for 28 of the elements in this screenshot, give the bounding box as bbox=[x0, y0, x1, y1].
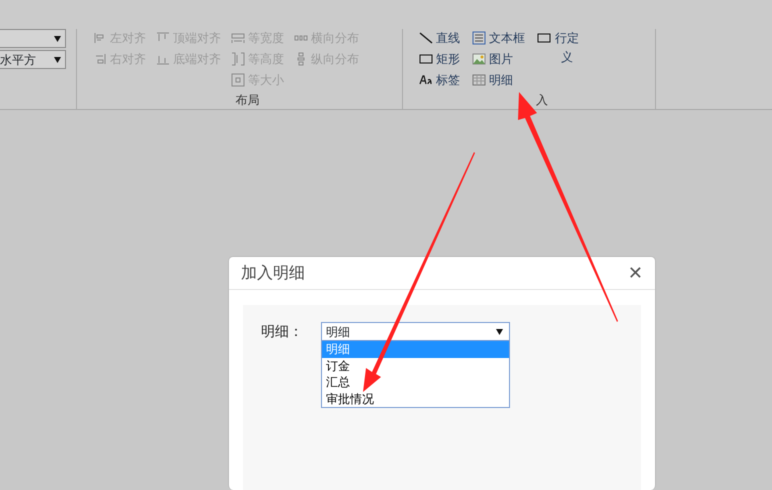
toolbar-button[interactable]: 图片 bbox=[472, 50, 525, 71]
rectangle-icon bbox=[537, 31, 551, 45]
dialog-title: 加入明细 bbox=[241, 262, 305, 284]
text-box-icon bbox=[472, 31, 486, 45]
dropdown-field[interactable]: 水平方 bbox=[0, 50, 66, 69]
toolbar-button[interactable]: 直线 bbox=[419, 29, 460, 50]
image-icon bbox=[472, 52, 486, 66]
group-label: 布局 bbox=[234, 92, 260, 109]
table-icon bbox=[472, 73, 486, 87]
caret-icon bbox=[496, 328, 503, 334]
toolbar-button[interactable]: 明细 bbox=[472, 71, 525, 92]
text-style-icon bbox=[419, 73, 433, 87]
toolbar-button[interactable]: 标签 bbox=[419, 71, 460, 92]
dropdown-option[interactable]: 汇总 bbox=[322, 374, 509, 390]
caret-icon bbox=[54, 36, 61, 42]
dropdown-field[interactable]: 明细 bbox=[321, 322, 510, 341]
line-icon bbox=[419, 31, 433, 45]
group-label: 入 bbox=[535, 92, 549, 109]
dropdown-option[interactable]: 订金 bbox=[322, 358, 509, 374]
field-label: 明细： bbox=[261, 323, 303, 342]
toolbar-button[interactable]: 矩形 bbox=[419, 50, 460, 71]
toolbar-button[interactable]: 文本框 bbox=[472, 29, 525, 50]
toolbar-button[interactable]: 行定义 bbox=[537, 29, 580, 67]
rectangle-icon bbox=[419, 52, 433, 66]
dropdown-option[interactable]: 审批情况 bbox=[322, 390, 509, 407]
close-button[interactable]: ✕ bbox=[628, 260, 643, 286]
dropdown-field[interactable] bbox=[0, 29, 66, 48]
caret-icon bbox=[54, 56, 61, 62]
